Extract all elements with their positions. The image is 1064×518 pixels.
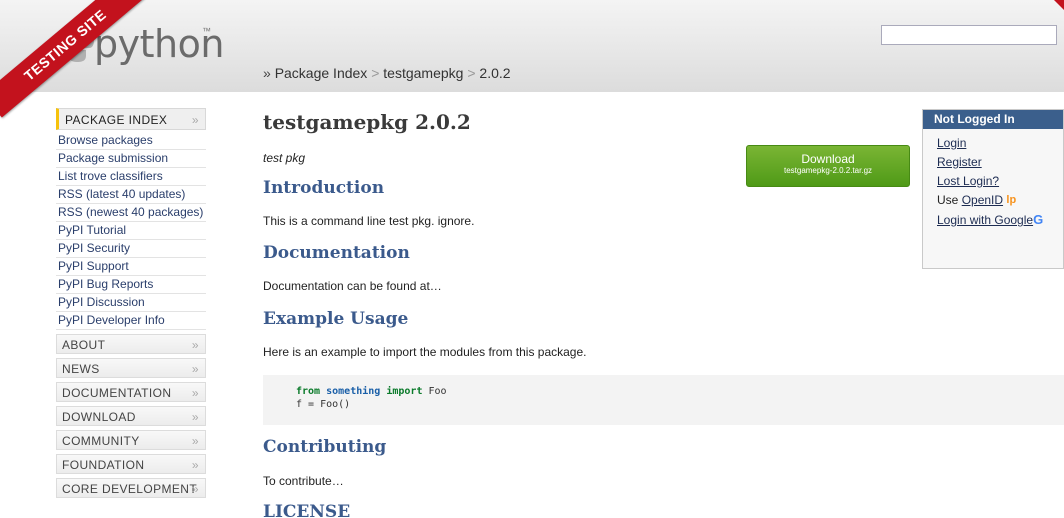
site-header: python ™ TESTING SITE » Package Index > …: [0, 0, 1064, 118]
sidebar-link[interactable]: PyPI Security: [56, 240, 206, 258]
download-filename: testgamepkg-2.0.2.tar.gz: [783, 166, 873, 175]
sidebar-section-foundation[interactable]: FOUNDATION »: [56, 454, 206, 474]
code-module: something: [326, 386, 381, 397]
sidebar-section-package-index[interactable]: PACKAGE INDEX »: [56, 108, 206, 130]
code-keyword: from: [296, 386, 321, 397]
code-name: Foo: [428, 386, 447, 397]
google-icon: G: [1033, 212, 1044, 227]
sidebar-section-core-development[interactable]: CORE DEVELOPMENT »: [56, 478, 206, 498]
sidebar-section-label: FOUNDATION: [62, 458, 145, 472]
sidebar-submenu: Browse packages Package submission List …: [56, 132, 206, 330]
sidebar-section-label: COMMUNITY: [62, 434, 140, 448]
login-panel-heading: Not Logged In: [923, 110, 1063, 129]
code-line: f = Foo(): [296, 399, 351, 410]
sidebar-link[interactable]: List trove classifiers: [56, 168, 206, 186]
chevron-right-icon: »: [191, 113, 199, 127]
sidebar-section-about[interactable]: ABOUT »: [56, 334, 206, 354]
breadcrumb-package[interactable]: testgamepkg: [383, 65, 463, 81]
openid-icon: lp: [1006, 194, 1017, 206]
login-links: Login Register Lost Login? Use OpenID lp…: [923, 129, 1063, 229]
lost-login-link[interactable]: Lost Login?: [937, 174, 999, 188]
sidebar-link[interactable]: Package submission: [56, 150, 206, 168]
sidebar-link[interactable]: PyPI Bug Reports: [56, 276, 206, 294]
sidebar-section-label: PACKAGE INDEX: [65, 113, 168, 127]
sidebar-section-label: NEWS: [62, 362, 100, 376]
breadcrumb-separator: >: [467, 65, 476, 81]
download-button[interactable]: Download testgamepkg-2.0.2.tar.gz: [746, 145, 910, 187]
corner-ribbon-icon: [1054, 0, 1064, 10]
page: python ™ TESTING SITE » Package Index > …: [0, 0, 1064, 518]
sidebar-link[interactable]: PyPI Developer Info: [56, 312, 206, 330]
section-heading-contributing: Contributing: [263, 437, 387, 457]
chevron-right-icon: »: [191, 386, 199, 400]
sidebar-section-news[interactable]: NEWS »: [56, 358, 206, 378]
breadcrumb-separator: >: [371, 65, 380, 81]
section-heading-example-usage: Example Usage: [263, 309, 409, 329]
sidebar-section-label: DOWNLOAD: [62, 410, 136, 424]
section-heading-introduction: Introduction: [263, 178, 385, 198]
sidebar-section-label: CORE DEVELOPMENT: [62, 482, 198, 496]
sidebar-section-download[interactable]: DOWNLOAD »: [56, 406, 206, 426]
login-with-google-link[interactable]: Login with Google: [937, 213, 1033, 227]
sidebar-link[interactable]: PyPI Support: [56, 258, 206, 276]
breadcrumb: » Package Index > testgamepkg > 2.0.2: [263, 65, 511, 81]
sidebar: PACKAGE INDEX » Browse packages Package …: [56, 108, 206, 498]
chevron-right-icon: »: [191, 458, 199, 472]
sidebar-link[interactable]: PyPI Discussion: [56, 294, 206, 312]
breadcrumb-version: 2.0.2: [479, 65, 511, 81]
openid-link[interactable]: OpenID: [962, 193, 1003, 207]
section-text-introduction: This is a command line test pkg. ignore.: [263, 214, 475, 228]
sidebar-link[interactable]: Browse packages: [56, 132, 206, 150]
section-heading-documentation: Documentation: [263, 243, 410, 263]
section-text-contributing: To contribute…: [263, 474, 344, 488]
register-link[interactable]: Register: [937, 155, 982, 169]
logo-trademark: ™: [202, 26, 211, 36]
code-line: from something import Foo: [296, 385, 1064, 398]
code-block: from something import Foo f = Foo(): [263, 375, 1064, 425]
package-title: testgamepkg 2.0.2: [263, 110, 471, 134]
sidebar-link[interactable]: RSS (latest 40 updates): [56, 186, 206, 204]
sidebar-section-community[interactable]: COMMUNITY »: [56, 430, 206, 450]
search-input[interactable]: [881, 25, 1057, 45]
breadcrumb-package-index[interactable]: Package Index: [275, 65, 368, 81]
chevron-right-icon: »: [191, 410, 199, 424]
code-keyword: import: [386, 386, 423, 397]
chevron-right-icon: »: [191, 434, 199, 448]
section-text-documentation: Documentation can be found at…: [263, 279, 442, 293]
section-text-example-usage: Here is an example to import the modules…: [263, 345, 587, 359]
sidebar-link[interactable]: PyPI Tutorial: [56, 222, 206, 240]
sidebar-section-label: ABOUT: [62, 338, 106, 352]
chevron-right-icon: »: [191, 482, 199, 496]
use-openid-prefix: Use: [937, 193, 959, 207]
sidebar-section-label: DOCUMENTATION: [62, 386, 172, 400]
sidebar-section-documentation[interactable]: DOCUMENTATION »: [56, 382, 206, 402]
chevron-right-icon: »: [191, 362, 199, 376]
download-label: Download: [801, 152, 855, 166]
login-link[interactable]: Login: [937, 136, 966, 150]
breadcrumb-prefix: »: [263, 65, 271, 81]
sidebar-link[interactable]: RSS (newest 40 packages): [56, 204, 206, 222]
section-heading-license: LICENSE: [263, 502, 351, 518]
chevron-right-icon: »: [191, 338, 199, 352]
login-panel: Not Logged In Login Register Lost Login?…: [922, 109, 1064, 269]
